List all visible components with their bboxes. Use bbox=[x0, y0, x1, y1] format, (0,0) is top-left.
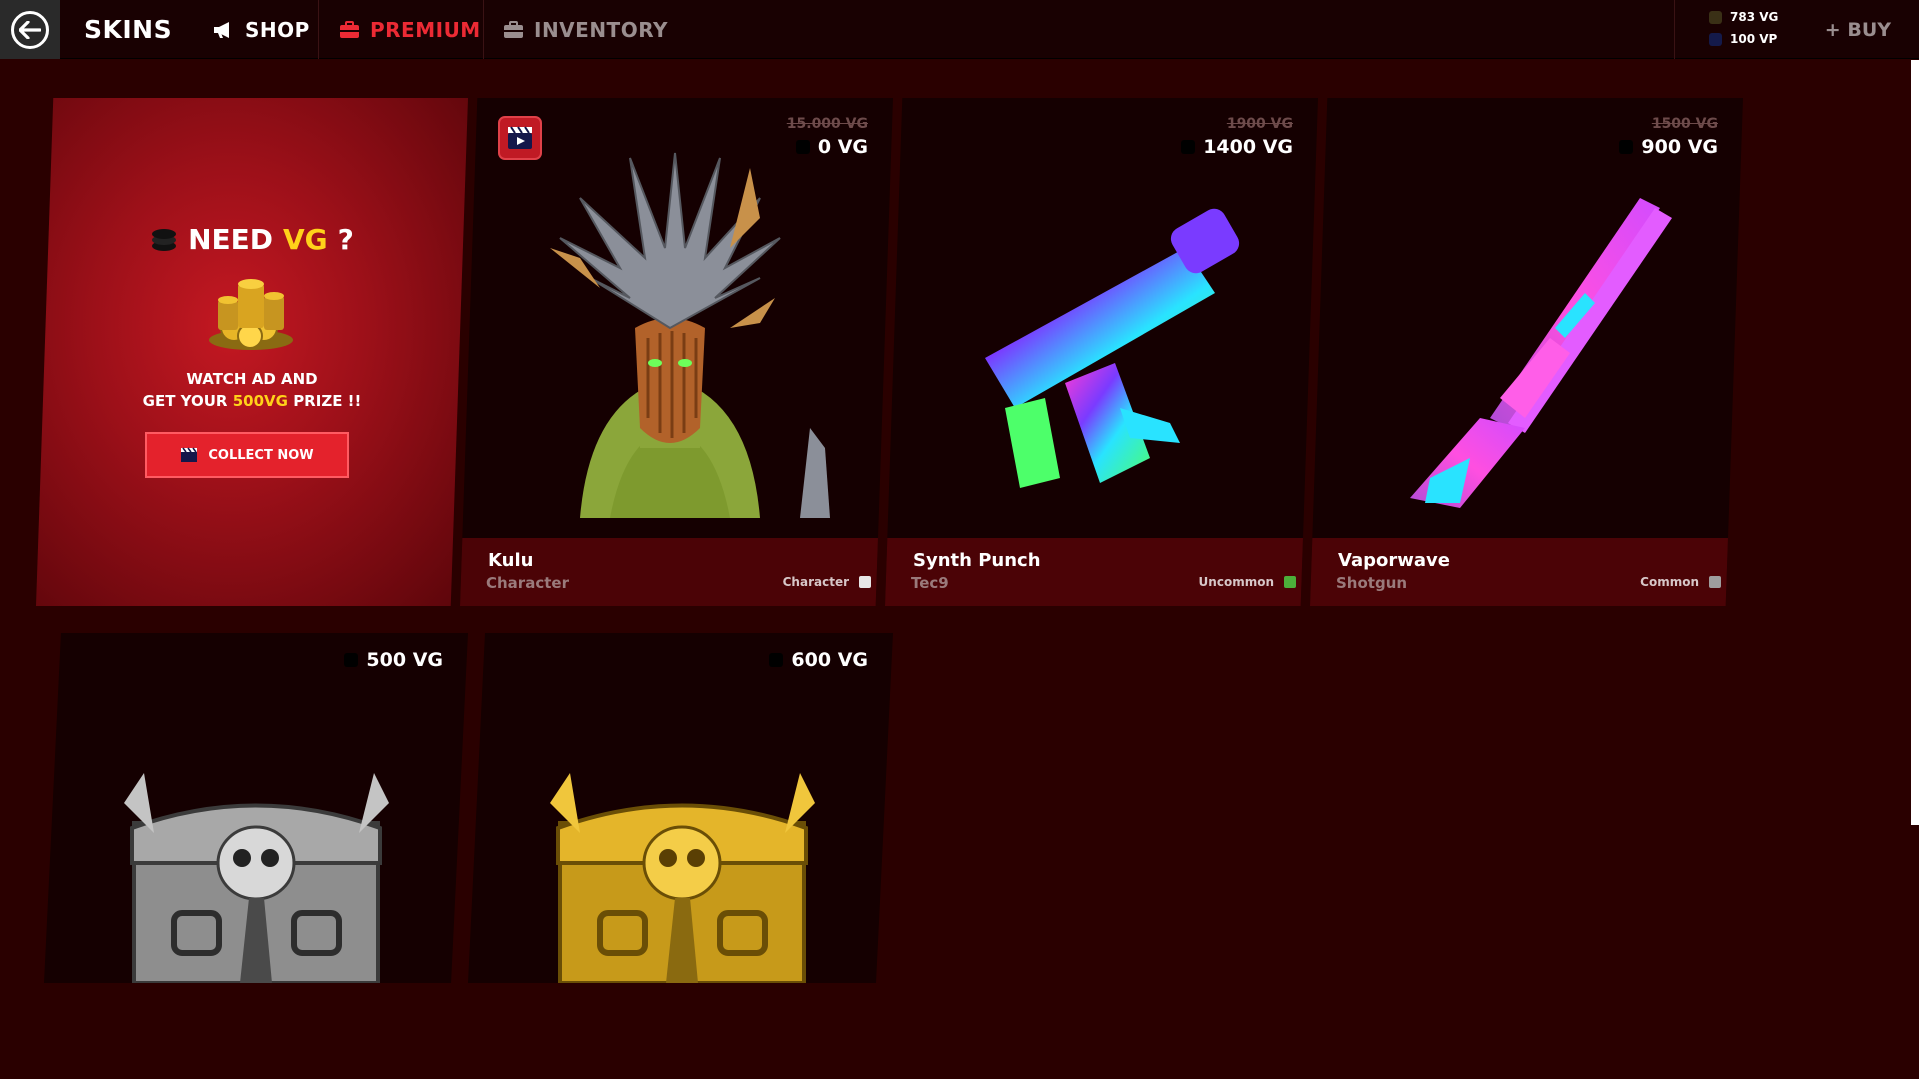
synth-punch-tec9-image bbox=[985, 208, 1240, 488]
vg-balance-value: 783 VG bbox=[1730, 10, 1779, 24]
vg-coin-icon bbox=[344, 653, 359, 667]
item-info-bar: Kulu Character Character bbox=[460, 538, 893, 606]
promo-title: NEED VG ? bbox=[36, 223, 468, 256]
item-price-value: 600 VG bbox=[791, 649, 868, 671]
tab-inventory-label: INVENTORY bbox=[534, 17, 668, 42]
item-price: 500 VG bbox=[344, 649, 443, 671]
item-type: Character bbox=[486, 574, 569, 592]
promo-title-prefix: NEED bbox=[188, 223, 274, 256]
page-title: SKINS bbox=[84, 15, 173, 44]
item-info-bar: Synth Punch Tec9 Uncommon bbox=[885, 538, 1318, 606]
clapperboard-icon bbox=[181, 447, 198, 462]
buy-button[interactable]: + BUY bbox=[1825, 0, 1891, 59]
item-rarity: Character bbox=[783, 575, 871, 589]
promo-line1: WATCH AD AND bbox=[186, 370, 318, 388]
megaphone-icon bbox=[214, 21, 229, 38]
item-old-price: 1900 VG bbox=[1226, 116, 1293, 132]
collect-now-button[interactable]: COLLECT NOW bbox=[145, 432, 349, 478]
item-old-price: 15.000 VG bbox=[786, 116, 868, 132]
vg-coin-icon bbox=[1181, 140, 1196, 154]
top-bar: SKINS SHOP PREMIUM INVENTORY 783 VG 100 … bbox=[0, 0, 1919, 59]
promo-title-highlight: VG bbox=[283, 223, 328, 256]
item-card-vaporwave[interactable]: 1500 VG 900 VG Vaporwave Shotgun Common bbox=[1310, 98, 1743, 606]
item-price-value: 900 VG bbox=[1641, 136, 1718, 158]
tab-premium-label: PREMIUM bbox=[370, 17, 481, 42]
briefcase-icon bbox=[340, 20, 359, 38]
vp-balance: 100 VP bbox=[1709, 32, 1777, 46]
item-price: 0 VG bbox=[795, 136, 868, 158]
item-type: Tec9 bbox=[911, 574, 949, 592]
back-arrow-icon bbox=[11, 10, 49, 49]
item-price: 1400 VG bbox=[1181, 136, 1293, 158]
item-card-synth-punch[interactable]: 1900 VG 1400 VG Synth Punch Tec9 Uncommo… bbox=[885, 98, 1318, 606]
item-card-kulu[interactable]: 15.000 VG 0 VG Kulu Character Character bbox=[460, 98, 893, 606]
silver-chest-image bbox=[124, 773, 389, 983]
item-old-price: 1500 VG bbox=[1651, 116, 1718, 132]
rarity-indicator bbox=[1709, 576, 1721, 588]
item-price: 600 VG bbox=[769, 649, 868, 671]
rarity-indicator bbox=[1284, 576, 1296, 588]
item-info-bar: Vaporwave Shotgun Common bbox=[1310, 538, 1743, 606]
vaporwave-shotgun-image bbox=[1410, 198, 1672, 508]
item-rarity: Common bbox=[1640, 575, 1721, 589]
item-card-silver-chest[interactable]: 500 VG bbox=[44, 633, 468, 983]
item-rarity-label: Common bbox=[1640, 575, 1699, 589]
item-price: 900 VG bbox=[1619, 136, 1718, 158]
promo-line2-highlight: 500VG bbox=[232, 392, 288, 410]
tab-premium[interactable]: PREMIUM bbox=[318, 0, 484, 59]
gold-chest-image bbox=[550, 773, 815, 983]
currency-panel: 783 VG 100 VP + BUY bbox=[1674, 0, 1919, 59]
vp-balance-value: 100 VP bbox=[1730, 32, 1778, 46]
vg-coin-icon bbox=[795, 140, 810, 154]
item-price-value: 1400 VG bbox=[1203, 136, 1293, 158]
item-price-value: 0 VG bbox=[817, 136, 868, 158]
promo-line2-prefix: GET YOUR bbox=[142, 392, 228, 410]
item-price-value: 500 VG bbox=[366, 649, 443, 671]
vg-coin-icon bbox=[769, 653, 784, 667]
gold-coins-image bbox=[209, 279, 293, 350]
promo-line2: GET YOUR 500VG PRIZE !! bbox=[36, 390, 468, 412]
tab-shop[interactable]: SHOP bbox=[213, 0, 310, 59]
scrollbar[interactable] bbox=[1911, 60, 1919, 825]
promo-description: WATCH AD AND GET YOUR 500VG PRIZE !! bbox=[36, 368, 468, 412]
tab-inventory[interactable]: INVENTORY bbox=[503, 0, 668, 59]
item-name: Synth Punch bbox=[913, 550, 1041, 571]
collect-now-label: COLLECT NOW bbox=[208, 447, 314, 463]
vg-coin-icon bbox=[1709, 10, 1722, 24]
item-card-gold-chest[interactable]: 600 VG bbox=[468, 633, 893, 983]
video-ad-badge bbox=[498, 116, 542, 160]
back-button[interactable] bbox=[0, 0, 60, 59]
vp-coin-icon bbox=[1709, 32, 1722, 46]
item-rarity-label: Character bbox=[782, 575, 849, 589]
item-name: Kulu bbox=[488, 550, 534, 571]
vg-balance: 783 VG bbox=[1709, 10, 1778, 24]
tab-shop-label: SHOP bbox=[245, 17, 310, 42]
item-name: Vaporwave bbox=[1338, 550, 1450, 571]
need-vg-promo-card: NEED VG ? WATCH AD AND GET YOUR 500VG PR… bbox=[36, 98, 468, 606]
briefcase-icon bbox=[504, 20, 523, 38]
clapperboard-icon bbox=[508, 126, 532, 149]
coin-stack-icon bbox=[152, 228, 177, 251]
kulu-character-image bbox=[550, 152, 830, 518]
item-type: Shotgun bbox=[1336, 574, 1408, 592]
vg-coin-icon bbox=[1619, 140, 1634, 154]
rarity-indicator bbox=[859, 576, 871, 588]
promo-line2-suffix: PRIZE !! bbox=[293, 392, 362, 410]
promo-title-suffix: ? bbox=[337, 223, 354, 256]
item-rarity-label: Uncommon bbox=[1198, 575, 1274, 589]
item-rarity: Uncommon bbox=[1199, 575, 1296, 589]
